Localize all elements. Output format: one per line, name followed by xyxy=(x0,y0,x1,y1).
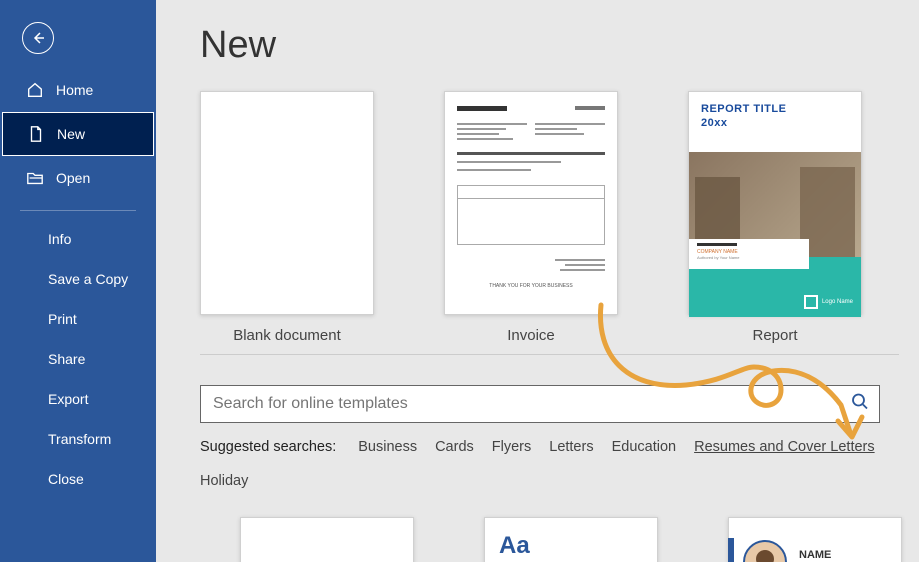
backstage-sidebar: Home New Open Info Save a Copy Print Sha… xyxy=(0,0,156,562)
nav-label: Home xyxy=(56,82,93,98)
nav-info[interactable]: Info xyxy=(0,219,156,259)
suggested-education[interactable]: Education xyxy=(612,439,677,455)
templates-row-2: Aa NAME HERE xyxy=(240,517,919,562)
template-invoice[interactable]: THANK YOU FOR YOUR BUSINESS Invoice xyxy=(444,91,618,344)
suggested-business[interactable]: Business xyxy=(358,439,417,455)
suggested-searches: Suggested searches: Business Cards Flyer… xyxy=(200,439,919,489)
home-icon xyxy=(26,81,44,99)
search-icon[interactable] xyxy=(850,392,870,417)
nav-home[interactable]: Home xyxy=(0,68,156,112)
suggested-resumes-cover-letters[interactable]: Resumes and Cover Letters xyxy=(694,439,875,455)
nav-print[interactable]: Print xyxy=(0,299,156,339)
aa-sample-text: Aa xyxy=(499,532,530,559)
template-report[interactable]: REPORT TITLE 20xx COMPANY NAMEAuthored b… xyxy=(688,91,862,344)
nav-share[interactable]: Share xyxy=(0,339,156,379)
nav-close[interactable]: Close xyxy=(0,459,156,499)
folder-open-icon xyxy=(26,169,44,187)
back-button[interactable] xyxy=(22,22,54,54)
search-input[interactable] xyxy=(200,385,880,423)
nav-label: Open xyxy=(56,170,90,186)
featured-templates-row: Blank document THANK YOU FOR YOUR BUSINE… xyxy=(200,91,899,355)
nav-save-copy[interactable]: Save a Copy xyxy=(0,259,156,299)
suggested-cards[interactable]: Cards xyxy=(435,439,474,455)
template-label: Report xyxy=(752,327,797,344)
nav-export[interactable]: Export xyxy=(0,379,156,419)
nav-open[interactable]: Open xyxy=(0,156,156,200)
template-thumbnail: REPORT TITLE 20xx COMPANY NAMEAuthored b… xyxy=(688,91,862,315)
template-thumbnail: THANK YOU FOR YOUR BUSINESS xyxy=(444,91,618,315)
template-blank-document[interactable]: Blank document xyxy=(200,91,374,344)
suggested-holiday[interactable]: Holiday xyxy=(200,473,248,489)
template-thumbnail[interactable]: Aa xyxy=(484,517,658,562)
suggested-label: Suggested searches: xyxy=(200,439,336,455)
template-thumbnail[interactable]: NAME HERE xyxy=(728,517,902,562)
document-icon xyxy=(27,125,45,143)
suggested-flyers[interactable]: Flyers xyxy=(492,439,531,455)
template-thumbnail xyxy=(200,91,374,315)
arrow-left-icon xyxy=(30,30,46,46)
page-title: New xyxy=(200,24,919,67)
avatar-icon xyxy=(743,540,787,562)
main-panel: New Blank document THANK YO xyxy=(156,0,919,562)
search-container xyxy=(200,385,880,423)
template-label: Blank document xyxy=(233,327,341,344)
nav-transform[interactable]: Transform xyxy=(0,419,156,459)
template-label: Invoice xyxy=(507,327,555,344)
nav-divider xyxy=(20,210,136,211)
suggested-letters[interactable]: Letters xyxy=(549,439,593,455)
template-thumbnail[interactable] xyxy=(240,517,414,562)
nav-label: New xyxy=(57,126,85,142)
nav-new[interactable]: New xyxy=(2,112,154,156)
